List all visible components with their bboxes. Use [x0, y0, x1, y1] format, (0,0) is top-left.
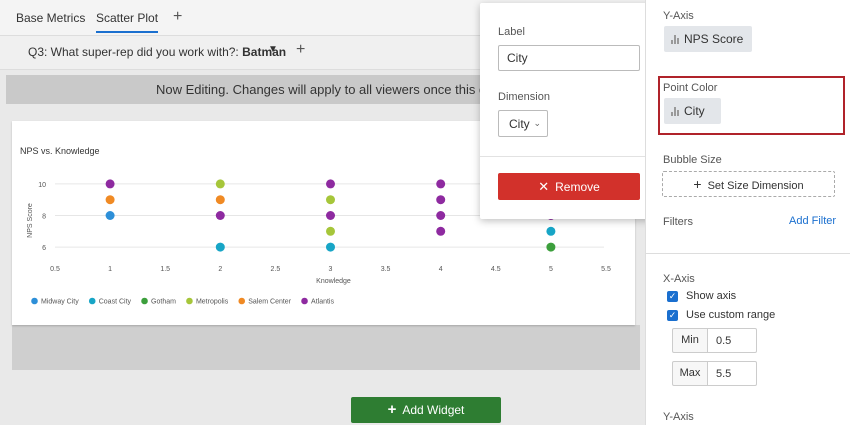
filters-heading: Filters	[663, 216, 693, 228]
plus-icon: +	[693, 176, 702, 192]
data-point	[326, 226, 335, 236]
legend-marker	[238, 297, 246, 305]
legend-label: Midway City	[41, 299, 79, 306]
editing-banner-text: Now Editing. Changes will apply to all v…	[156, 82, 515, 97]
tab-scatter-plot[interactable]: Scatter Plot	[96, 11, 159, 33]
label-heading: Label	[498, 26, 525, 38]
add-tab-icon[interactable]: +	[173, 8, 182, 26]
y-axis-heading: Y-Axis	[663, 10, 694, 22]
data-point	[326, 179, 335, 189]
dimension-select[interactable]: City ⌄	[498, 110, 548, 137]
x-tick-label: 1.5	[160, 266, 170, 273]
filter-question: Q3: What super-rep did you work with?:	[28, 45, 239, 59]
legend-marker	[301, 297, 308, 305]
add-widget-button[interactable]: + Add Widget	[351, 397, 501, 423]
data-point	[436, 179, 446, 189]
custom-range-label: Use custom range	[686, 309, 776, 321]
x-tick-label: 5	[549, 266, 553, 273]
data-point	[105, 195, 115, 205]
add-filter-icon[interactable]: +	[296, 41, 305, 59]
point-color-highlight	[658, 76, 845, 135]
data-point	[436, 195, 446, 205]
tab-base-metrics[interactable]: Base Metrics	[16, 11, 85, 25]
y-axis-bottom-heading: Y-Axis	[663, 411, 694, 423]
y-tick-label: 8	[42, 214, 46, 221]
x-tick-label: 0.5	[50, 266, 60, 273]
dimension-heading: Dimension	[498, 91, 550, 103]
data-point	[105, 179, 115, 189]
bar-chart-icon	[671, 35, 680, 44]
data-point	[326, 195, 335, 205]
x-tick-label: 3.5	[381, 266, 391, 273]
x-tick-label: 3	[329, 266, 333, 273]
legend-label: Coast City	[99, 299, 132, 306]
legend-marker	[186, 297, 193, 305]
legend-label: Metropolis	[196, 299, 229, 306]
remove-label: Remove	[555, 180, 600, 194]
filter-selector[interactable]: Q3: What super-rep did you work with?: B…	[28, 45, 286, 59]
filter-value: Batman	[242, 45, 287, 59]
x-tick-label: 4.5	[491, 266, 501, 273]
data-point	[215, 195, 225, 205]
legend-label: Atlantis	[311, 299, 334, 306]
legend-marker	[141, 297, 148, 305]
divider	[480, 156, 658, 157]
data-point	[326, 211, 335, 220]
data-point	[215, 242, 225, 252]
bubble-size-heading: Bubble Size	[663, 154, 722, 166]
data-point	[546, 226, 556, 236]
chevron-down-icon[interactable]: ▼	[268, 44, 278, 55]
x-axis-heading: X-Axis	[663, 273, 695, 285]
legend-marker	[88, 297, 96, 305]
chevron-down-icon: ⌄	[533, 118, 541, 128]
label-popup: Label Dimension City ⌄ ✕ Remove	[480, 3, 658, 219]
dimension-value: City	[509, 117, 530, 131]
y-tick-label: 6	[42, 245, 46, 252]
add-widget-label: Add Widget	[402, 403, 465, 417]
set-size-label: Set Size Dimension	[707, 180, 804, 192]
show-axis-label: Show axis	[686, 290, 737, 302]
x-tick-label: 2.5	[271, 266, 281, 273]
plus-icon: +	[387, 401, 397, 418]
max-input[interactable]	[707, 361, 757, 386]
min-label: Min	[672, 328, 708, 353]
y-axis-field-label: NPS Score	[684, 32, 744, 46]
x-tick-label: 5.5	[601, 266, 611, 273]
legend-label: Gotham	[151, 299, 176, 306]
legend-label: Salem Center	[248, 299, 291, 306]
y-tick-label: 10	[38, 182, 46, 189]
y-axis-field-chip[interactable]: NPS Score	[664, 26, 752, 52]
add-filter-link[interactable]: Add Filter	[789, 215, 836, 227]
remove-button[interactable]: ✕ Remove	[498, 173, 640, 200]
data-point	[105, 211, 115, 220]
data-point	[546, 242, 556, 252]
data-point	[436, 211, 446, 220]
widget-drop-area	[12, 325, 640, 370]
data-point	[326, 242, 335, 252]
x-tick-label: 2	[218, 266, 222, 273]
x-tick-label: 4	[439, 266, 443, 273]
x-axis-title: Knowledge	[316, 278, 351, 285]
y-axis-title: NPS Score	[27, 203, 34, 238]
label-input[interactable]	[498, 45, 640, 71]
custom-range-checkbox[interactable]: ✓	[667, 310, 678, 321]
min-input[interactable]	[707, 328, 757, 353]
data-point	[215, 211, 225, 220]
x-tick-label: 1	[108, 266, 112, 273]
max-label: Max	[672, 361, 708, 386]
legend-marker	[31, 297, 38, 305]
close-icon: ✕	[538, 179, 550, 194]
divider	[645, 253, 850, 254]
data-point	[215, 179, 225, 189]
show-axis-checkbox[interactable]: ✓	[667, 291, 678, 302]
set-size-dimension-button[interactable]: + Set Size Dimension	[662, 171, 835, 197]
data-point	[436, 226, 446, 236]
